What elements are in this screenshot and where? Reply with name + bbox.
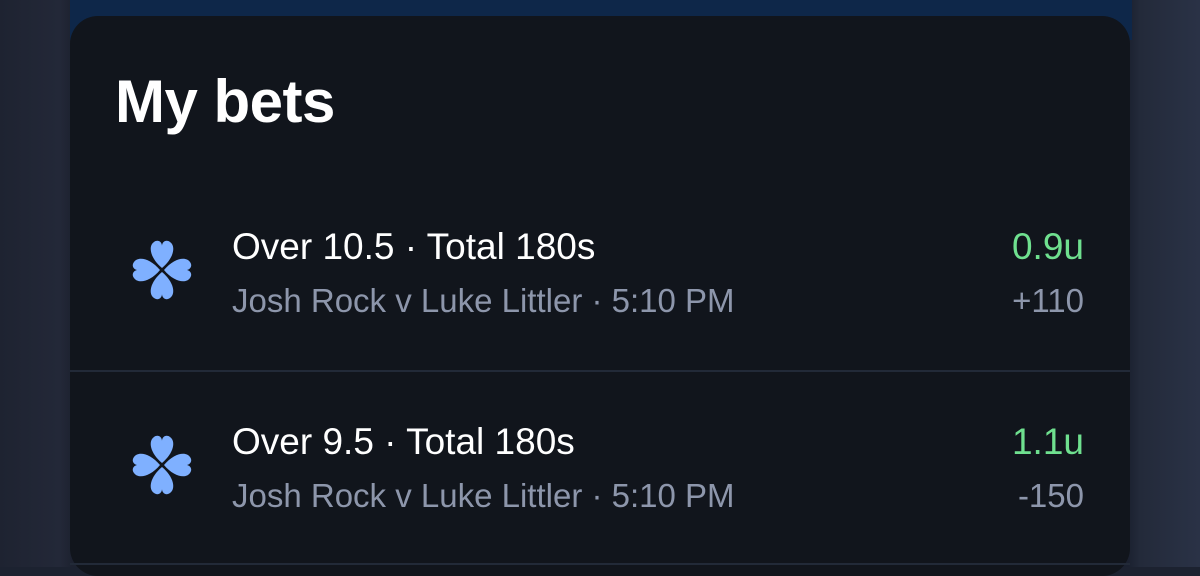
bet-row[interactable]: Over 9.5 · Total 180s Josh Rock v Luke L… bbox=[70, 372, 1130, 567]
bet-odds: -150 bbox=[1017, 477, 1084, 514]
page-title: My bets bbox=[115, 68, 335, 135]
bet-units: 1.1u bbox=[1011, 421, 1084, 462]
clover-icon bbox=[132, 240, 192, 300]
bet-units: 0.9u bbox=[1011, 226, 1084, 267]
bet-title: Over 10.5 · Total 180s bbox=[232, 226, 596, 267]
bet-row[interactable]: Over 10.5 · Total 180s Josh Rock v Luke … bbox=[70, 177, 1130, 372]
clover-icon bbox=[132, 435, 192, 495]
bet-title: Over 9.5 · Total 180s bbox=[232, 421, 575, 462]
bet-odds: +110 bbox=[1012, 282, 1084, 319]
bet-match-time: Josh Rock v Luke Littler · 5:10 PM bbox=[232, 477, 735, 514]
row-divider bbox=[70, 563, 1130, 565]
bet-match-time: Josh Rock v Luke Littler · 5:10 PM bbox=[232, 282, 735, 319]
